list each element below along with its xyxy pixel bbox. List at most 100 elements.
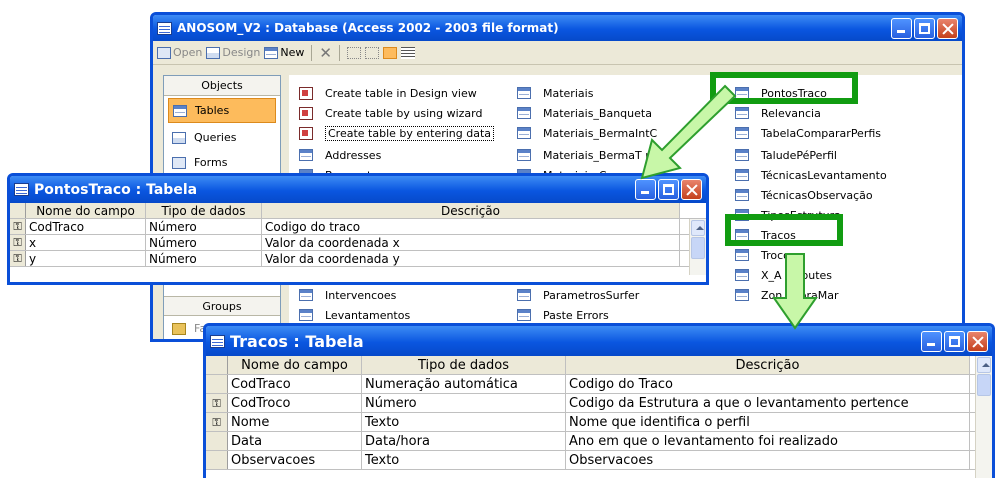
maximize-button[interactable] [944,330,965,352]
large-icons-button[interactable] [346,46,361,59]
row-selector[interactable] [206,375,228,393]
arrow-to-pontostraco [640,84,737,180]
field-type[interactable]: Número [146,235,262,250]
list-item[interactable]: TécnicasObservação [735,185,873,205]
minimize-button[interactable] [891,17,912,39]
db-titlebar[interactable]: ANOSOM_V2 : Database (Access 2002 - 2003… [153,15,962,41]
list-item[interactable]: ParametrosSurfer [517,285,639,305]
table-row[interactable]: ⚿ x Número Valor da coordenada x [10,235,706,251]
pt-titlebar[interactable]: PontosTraco : Tabela [10,176,706,203]
row-selector[interactable]: ⚿ [10,251,26,266]
list-item[interactable]: Intervencoes [299,285,396,305]
field-type[interactable]: Data/hora [362,432,566,450]
list-item[interactable]: TécnicasLevantamento [735,165,887,185]
list-item[interactable]: Create table by using wizard [299,103,482,123]
objects-queries[interactable]: Queries [164,125,280,150]
objects-queries-label: Queries [194,131,237,144]
col-header-type[interactable]: Tipo de dados [146,203,262,218]
table-icon [517,107,531,119]
field-description[interactable]: Ano em que o levantamento foi realizado [566,432,970,450]
field-name[interactable]: x [26,235,146,250]
list-item[interactable]: Levantamentos [299,305,410,325]
objects-forms[interactable]: Forms [164,150,280,175]
groups-header[interactable]: Groups [164,296,280,316]
list-item[interactable]: TabelaCompararPerfis [735,123,881,143]
table-icon [735,189,749,201]
field-type[interactable]: Número [146,251,262,266]
table-row[interactable]: ⚿ y Número Valor da coordenada y [10,251,706,267]
field-type[interactable]: Texto [362,413,566,431]
list-item[interactable]: TaludePéPerfil [735,145,837,165]
field-name[interactable]: Nome [228,413,362,431]
row-selector[interactable] [206,451,228,469]
vertical-scrollbar[interactable] [975,356,992,478]
field-description[interactable]: Codigo da Estrutura a que o levantamento… [566,394,970,412]
details-view-button[interactable] [400,46,415,59]
field-type[interactable]: Número [362,394,566,412]
field-name[interactable]: CodTraco [228,375,362,393]
list-item[interactable]: Paste Errors [517,305,609,325]
objects-tables[interactable]: Tables [168,98,276,123]
field-type[interactable]: Número [146,219,262,234]
list-item[interactable]: Create table by entering data [299,123,495,143]
scroll-thumb[interactable] [977,374,991,396]
col-header-name[interactable]: Nome do campo [26,203,146,218]
vertical-scrollbar[interactable] [689,219,706,275]
col-header-type[interactable]: Tipo de dados [362,356,566,374]
maximize-button[interactable] [914,17,935,39]
field-description[interactable]: Codigo do Traco [566,375,970,393]
field-name[interactable]: CodTroco [228,394,362,412]
database-icon [157,21,172,35]
open-button[interactable]: Open [157,46,202,59]
tr-titlebar[interactable]: Tracos : Tabela [206,326,992,356]
col-header-name[interactable]: Nome do campo [228,356,362,374]
row-selector [10,203,26,218]
field-description[interactable]: Codigo do traco [262,219,680,234]
row-selector[interactable]: ⚿ [206,413,228,431]
table-row[interactable]: ⚿ CodTroco Número Codigo da Estrutura a … [206,394,992,413]
field-type[interactable]: Numeração automática [362,375,566,393]
list-item[interactable]: Create table in Design view [299,83,477,103]
list-item-label: Materiais [543,86,594,100]
list-item[interactable]: Relevancia [735,103,821,123]
table-row[interactable]: Data Data/hora Ano em que o levantamento… [206,432,992,451]
list-item[interactable]: Materiais [517,83,593,103]
close-button[interactable] [937,17,958,39]
field-description[interactable]: Observacoes [566,451,970,469]
scroll-thumb[interactable] [691,237,705,259]
field-description[interactable]: Nome que identifica o perfil [566,413,970,431]
row-selector[interactable]: ⚿ [10,235,26,250]
list-item[interactable]: Addresses [299,145,381,165]
tr-title: Tracos : Tabela [230,331,364,351]
col-header-desc[interactable]: Descrição [566,356,970,374]
minimize-button[interactable] [921,330,942,352]
table-icon [517,289,531,301]
field-name[interactable]: y [26,251,146,266]
small-icons-button[interactable] [364,46,379,59]
table-row[interactable]: ⚿ Nome Texto Nome que identifica o perfi… [206,413,992,432]
field-name[interactable]: Data [228,432,362,450]
objects-header[interactable]: Objects [164,76,280,96]
table-row[interactable]: ⚿ CodTraco Número Codigo do traco [10,219,706,235]
list-view-button[interactable] [382,46,397,59]
scroll-up-button[interactable] [977,357,991,373]
list-item-label: ParametrosSurfer [543,288,640,302]
row-selector[interactable] [206,432,228,450]
new-button[interactable]: New [264,46,304,59]
scroll-up-button[interactable] [691,220,705,236]
field-type[interactable]: Texto [362,451,566,469]
field-description[interactable]: Valor da coordenada y [262,251,680,266]
field-name[interactable]: CodTraco [26,219,146,234]
col-header-desc[interactable]: Descrição [262,203,680,218]
table-icon [299,289,313,301]
close-button[interactable] [967,330,988,352]
field-name[interactable]: Observacoes [228,451,362,469]
table-row[interactable]: CodTraco Numeração automática Codigo do … [206,375,992,394]
delete-button[interactable]: ✕ [319,44,332,62]
row-selector[interactable]: ⚿ [10,219,26,234]
highlight-tracos [725,214,843,246]
table-row[interactable]: Observacoes Texto Observacoes [206,451,992,470]
design-button[interactable]: Design [206,46,260,59]
row-selector[interactable]: ⚿ [206,394,228,412]
field-description[interactable]: Valor da coordenada x [262,235,680,250]
